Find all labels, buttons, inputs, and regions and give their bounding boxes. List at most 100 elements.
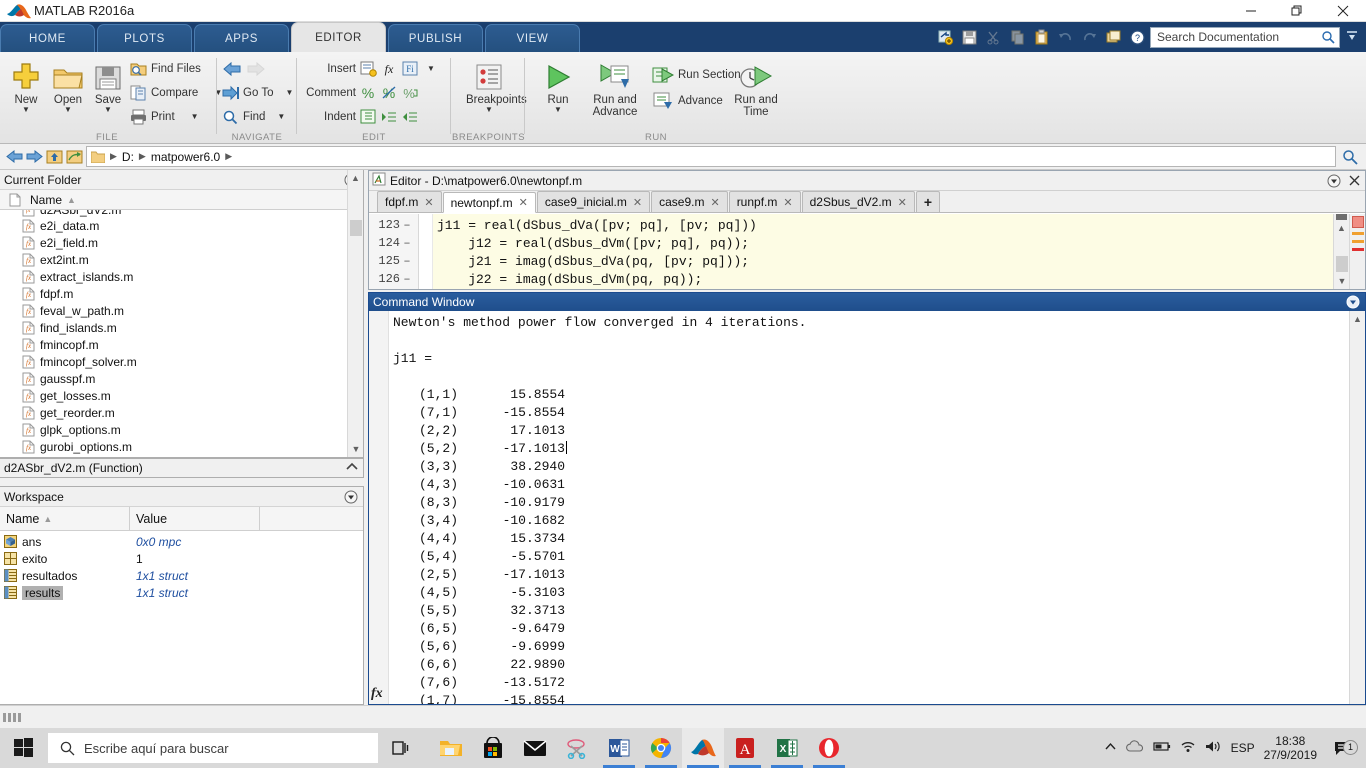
file-list-item[interactable]: fx fmincopf_solver.m: [0, 353, 363, 370]
editor-tab[interactable]: case9_inicial.m ✕: [536, 191, 651, 212]
editor-tab-close-icon[interactable]: ✕: [633, 196, 642, 209]
scrollbar-thumb[interactable]: [350, 220, 362, 236]
language-indicator[interactable]: ESP: [1231, 741, 1255, 755]
clock[interactable]: 18:38 27/9/2019: [1264, 734, 1317, 762]
scrollbar-thumb[interactable]: [1336, 256, 1348, 272]
breadcrumb-segment-folder[interactable]: matpower6.0: [151, 150, 220, 164]
editor-fold-margin[interactable]: [419, 214, 433, 289]
editor-tab[interactable]: newtonpf.m ✕: [442, 192, 536, 213]
scroll-up-arrow[interactable]: ▲: [1334, 220, 1349, 236]
editor-tab-close-icon[interactable]: ✕: [898, 196, 907, 209]
workspace-variable-list[interactable]: ans 0x0 mpc exito 1 resultados 1x1 struct resu…: [0, 531, 363, 601]
breakpoints-caret-icon[interactable]: ▼: [466, 106, 512, 114]
command-window-scrollbar[interactable]: ▲: [1349, 311, 1365, 704]
save-icon[interactable]: [958, 26, 980, 48]
search-documentation-input[interactable]: Search Documentation: [1150, 26, 1340, 48]
windows-start-icon[interactable]: [0, 728, 48, 768]
file-list-item[interactable]: fx glpk_options.m: [0, 421, 363, 438]
advance-button[interactable]: Advance: [652, 90, 723, 112]
wifi-icon[interactable]: [1180, 740, 1196, 756]
current-folder-file-list[interactable]: fx d2ASbr_dV2.m fxe2i_data.mfxe2i_field.…: [0, 210, 363, 457]
workspace-extra-column[interactable]: [260, 507, 360, 531]
scroll-up-arrow[interactable]: ▲: [1350, 311, 1365, 327]
file-list-item[interactable]: fx extract_islands.m: [0, 268, 363, 285]
new-button[interactable]: New ▼: [4, 56, 48, 114]
find-files-button[interactable]: Find Files: [130, 58, 201, 80]
go-to-button[interactable]: Go To ▼: [222, 82, 293, 104]
file-list-item[interactable]: fx e2i_data.m: [0, 217, 363, 234]
taskbar-app-list[interactable]: W A X: [430, 728, 850, 768]
file-list-item[interactable]: fx get_reorder.m: [0, 404, 363, 421]
go-to-caret-icon[interactable]: ▼: [285, 89, 293, 97]
tab-apps[interactable]: APPS: [194, 24, 289, 52]
close-button[interactable]: [1320, 0, 1366, 22]
file-list-item[interactable]: fx find_islands.m: [0, 319, 363, 336]
back-button[interactable]: [222, 58, 266, 80]
editor-scrollbar[interactable]: ▲ ▼: [1333, 214, 1349, 289]
editor-code-line[interactable]: j12 = real(dSbus_dVm([pv; pq], pq));: [433, 234, 1333, 252]
executable-line-marker[interactable]: –: [400, 236, 414, 250]
tab-view[interactable]: VIEW: [485, 24, 580, 52]
editor-close-icon[interactable]: [1346, 173, 1362, 189]
word-icon[interactable]: W: [598, 728, 640, 768]
workspace-row[interactable]: ans 0x0 mpc: [0, 533, 363, 550]
scroll-down-arrow[interactable]: ▼: [1334, 273, 1350, 289]
up-folder-icon[interactable]: [44, 147, 64, 167]
notifications-icon[interactable]: 1: [1326, 739, 1360, 757]
find-button[interactable]: Find ▼: [222, 106, 285, 128]
editor-tab[interactable]: case9.m ✕: [651, 191, 728, 212]
minimize-ribbon-icon[interactable]: [1342, 29, 1362, 46]
current-folder-scrollbar[interactable]: ▲ ▼: [347, 170, 363, 457]
battery-icon[interactable]: [1152, 741, 1171, 755]
excel-icon[interactable]: X: [766, 728, 808, 768]
compare-button[interactable]: Compare ▼: [130, 82, 222, 104]
workspace-options-icon[interactable]: [343, 489, 359, 505]
tab-plots[interactable]: PLOTS: [97, 24, 192, 52]
back-arrow-icon[interactable]: [4, 147, 24, 167]
scroll-up-arrow[interactable]: ▲: [348, 170, 363, 186]
file-list-item[interactable]: fx e2i_field.m: [0, 234, 363, 251]
fx-icon[interactable]: fx: [371, 686, 383, 702]
file-list-item[interactable]: fx feval_w_path.m: [0, 302, 363, 319]
search-icon[interactable]: [1338, 149, 1362, 165]
help-icon[interactable]: ?: [1126, 26, 1148, 48]
show-hidden-icons-icon[interactable]: [1104, 741, 1117, 755]
run-and-time-button[interactable]: Run and Time: [730, 56, 782, 118]
editor-code-area[interactable]: 123–124–125–126– j11 = real(dSbus_dVa([p…: [369, 214, 1365, 289]
open-caret-icon[interactable]: ▼: [46, 106, 90, 114]
new-editor-tab-button[interactable]: +: [915, 191, 941, 212]
chevron-up-icon[interactable]: [345, 461, 359, 476]
resize-grip-icon[interactable]: [3, 712, 21, 722]
editor-tab-close-icon[interactable]: ✕: [783, 196, 792, 209]
volume-icon[interactable]: [1205, 740, 1222, 756]
executable-line-marker[interactable]: –: [400, 272, 414, 286]
forward-arrow-icon[interactable]: [24, 147, 44, 167]
tab-publish[interactable]: PUBLISH: [388, 24, 483, 52]
editor-tab-close-icon[interactable]: ✕: [424, 196, 433, 209]
editor-tab[interactable]: d2Sbus_dV2.m ✕: [801, 191, 915, 212]
workspace-name-column[interactable]: Name ▲: [0, 506, 130, 531]
editor-options-icon[interactable]: [1326, 173, 1342, 189]
workspace-row[interactable]: results 1x1 struct: [0, 584, 363, 601]
insert-row[interactable]: Insert fx Fi ▼: [302, 58, 435, 80]
editor-tab-close-icon[interactable]: ✕: [710, 196, 719, 209]
minimize-button[interactable]: [1228, 0, 1274, 22]
run-caret-icon[interactable]: ▼: [536, 106, 580, 114]
run-button[interactable]: Run ▼: [536, 56, 580, 114]
snipping-tool-icon[interactable]: [556, 728, 598, 768]
microsoft-store-icon[interactable]: [472, 728, 514, 768]
taskbar-search-input[interactable]: Escribe aquí para buscar: [48, 733, 378, 763]
editor-code-line[interactable]: j11 = real(dSbus_dVa([pv; pq], [pv; pq])…: [433, 216, 1333, 234]
print-button[interactable]: Print ▼: [130, 106, 199, 128]
file-list-item[interactable]: fx fmincopf.m: [0, 336, 363, 353]
editor-code-text[interactable]: j11 = real(dSbus_dVa([pv; pq], [pv; pq])…: [433, 214, 1333, 289]
analyzer-error-marker[interactable]: [1352, 248, 1364, 251]
breakpoints-button[interactable]: Breakpoints ▼: [466, 56, 527, 114]
scroll-down-arrow[interactable]: ▼: [348, 441, 364, 457]
run-section-button[interactable]: Run Section: [652, 64, 741, 86]
executable-line-marker[interactable]: –: [400, 218, 414, 232]
name-column-header[interactable]: Name: [30, 193, 62, 207]
file-list-item[interactable]: fx ext2int.m: [0, 251, 363, 268]
tab-home[interactable]: HOME: [0, 24, 95, 52]
breadcrumb-segment-drive[interactable]: D:: [122, 150, 134, 164]
